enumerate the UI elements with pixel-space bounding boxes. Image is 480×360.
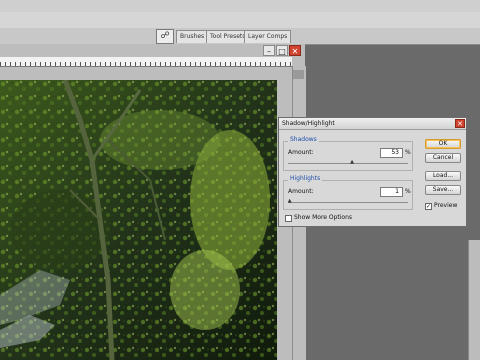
dialog-title-bar[interactable]: Shadow/Highlight ✕ xyxy=(279,118,466,130)
close-icon: ✕ xyxy=(457,120,463,128)
tab-layer-comps-label: Layer Comps xyxy=(248,33,288,40)
options-bar-shade xyxy=(0,0,480,12)
options-bar xyxy=(0,0,480,29)
load-button[interactable]: Load... xyxy=(425,171,461,181)
scrollbar-arrow[interactable] xyxy=(293,70,304,79)
close-icon: ✕ xyxy=(291,47,299,56)
minimize-button[interactable]: – xyxy=(263,45,275,56)
palette-well: ☍ Brushes Tool Presets Layer Comps xyxy=(0,28,480,45)
highlights-slider-track[interactable] xyxy=(288,202,408,203)
tab-brushes-label: Brushes xyxy=(180,33,205,40)
tab-tool-presets[interactable]: Tool Presets xyxy=(206,30,250,43)
forest-photo[interactable] xyxy=(0,80,277,360)
preview-label: Preview xyxy=(434,202,458,209)
maximize-button[interactable]: □ xyxy=(276,45,288,56)
palette-well-icon[interactable]: ☍ xyxy=(156,29,174,44)
dialog-close-button[interactable]: ✕ xyxy=(455,119,465,128)
shadows-slider-thumb[interactable] xyxy=(350,160,355,165)
dialog-title: Shadow/Highlight xyxy=(282,120,335,127)
highlights-slider-thumb[interactable] xyxy=(287,199,292,204)
highlights-amount-label: Amount: xyxy=(288,188,314,195)
cancel-button[interactable]: Cancel xyxy=(425,153,461,163)
tab-tool-presets-label: Tool Presets xyxy=(210,33,246,40)
close-document-button[interactable]: ✕ xyxy=(289,45,301,56)
preview-checkbox[interactable]: ✓ xyxy=(425,203,432,210)
highlights-percent: % xyxy=(405,188,411,195)
tab-brushes[interactable]: Brushes xyxy=(176,30,209,43)
maximize-icon: □ xyxy=(278,47,286,56)
shadows-amount-label: Amount: xyxy=(288,149,314,156)
right-panel-edge xyxy=(468,240,480,360)
minimize-icon: – xyxy=(267,47,271,56)
ok-button[interactable]: OK xyxy=(425,139,461,149)
show-more-options-checkbox[interactable] xyxy=(285,215,292,222)
tab-layer-comps[interactable]: Layer Comps xyxy=(244,30,292,43)
shadows-legend: Shadows xyxy=(288,136,319,144)
save-button[interactable]: Save... xyxy=(425,185,461,195)
shadows-percent: % xyxy=(405,149,411,156)
shadow-highlight-dialog: Shadow/Highlight ✕ Shadows Amount: 53 % … xyxy=(278,117,467,227)
shadows-slider-track[interactable] xyxy=(288,163,408,164)
shadows-amount-input[interactable]: 53 xyxy=(380,148,403,158)
show-more-options-label: Show More Options xyxy=(294,214,353,221)
horizontal-ruler xyxy=(0,57,292,67)
forest-photo-canvas xyxy=(0,80,277,360)
highlights-legend: Highlights xyxy=(288,175,323,183)
highlights-amount-input[interactable]: 1 xyxy=(380,187,403,197)
